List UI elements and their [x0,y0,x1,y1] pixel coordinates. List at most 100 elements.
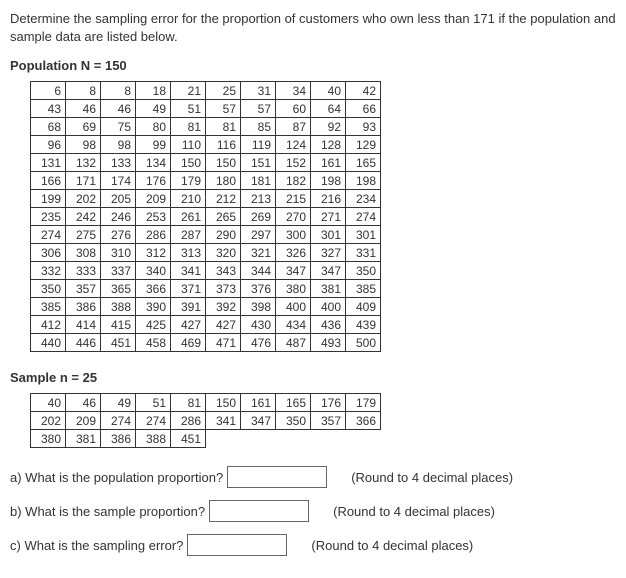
table-cell: 430 [241,316,276,334]
table-cell: 87 [276,118,311,136]
table-cell: 235 [31,208,66,226]
table-cell: 340 [136,262,171,280]
table-cell: 212 [206,190,241,208]
table-cell: 152 [276,154,311,172]
question-b-input[interactable] [209,500,309,522]
table-cell: 176 [136,172,171,190]
table-cell: 171 [66,172,101,190]
table-cell: 8 [101,82,136,100]
table-cell: 42 [346,82,381,100]
table-cell: 350 [346,262,381,280]
table-cell: 205 [101,190,136,208]
table-cell: 129 [346,136,381,154]
table-cell: 414 [66,316,101,334]
table-cell: 344 [241,262,276,280]
table-cell: 60 [276,100,311,118]
table-cell: 34 [276,82,311,100]
table-cell: 371 [171,280,206,298]
table-cell [206,430,241,448]
table-cell: 274 [136,412,171,430]
table-cell: 161 [241,394,276,412]
table-cell: 81 [171,394,206,412]
table-cell: 202 [66,190,101,208]
table-cell: 274 [346,208,381,226]
question-a-input[interactable] [227,466,327,488]
table-cell: 400 [276,298,311,316]
table-cell: 261 [171,208,206,226]
table-cell: 308 [66,244,101,262]
table-cell: 49 [101,394,136,412]
table-cell: 46 [101,100,136,118]
table-cell: 119 [241,136,276,154]
table-cell: 216 [311,190,346,208]
question-c-hint: (Round to 4 decimal places) [311,538,473,553]
table-cell: 215 [276,190,311,208]
table-cell: 390 [136,298,171,316]
table-cell: 297 [241,226,276,244]
table-cell: 343 [206,262,241,280]
table-cell: 385 [346,280,381,298]
table-cell: 333 [66,262,101,280]
table-cell: 476 [241,334,276,352]
table-cell: 300 [276,226,311,244]
table-cell: 320 [206,244,241,262]
table-cell: 451 [101,334,136,352]
table-cell: 270 [276,208,311,226]
table-cell: 427 [206,316,241,334]
question-c-input[interactable] [187,534,287,556]
table-cell: 161 [311,154,346,172]
table-cell: 321 [241,244,276,262]
table-cell: 365 [101,280,136,298]
table-cell: 234 [346,190,381,208]
table-cell: 98 [66,136,101,154]
table-cell: 451 [171,430,206,448]
table-cell: 110 [171,136,206,154]
table-cell: 209 [136,190,171,208]
table-cell: 253 [136,208,171,226]
table-cell: 487 [276,334,311,352]
table-cell: 337 [101,262,136,280]
table-cell: 96 [31,136,66,154]
table-cell: 40 [31,394,66,412]
table-cell: 276 [101,226,136,244]
table-cell: 269 [241,208,276,226]
table-cell: 341 [171,262,206,280]
question-b-text: b) What is the sample proportion? [10,504,205,519]
table-cell: 81 [171,118,206,136]
table-cell: 165 [346,154,381,172]
table-cell: 49 [136,100,171,118]
table-cell: 376 [241,280,276,298]
table-cell: 51 [171,100,206,118]
table-cell: 25 [206,82,241,100]
table-cell: 386 [101,430,136,448]
table-cell: 312 [136,244,171,262]
table-cell: 274 [31,226,66,244]
table-cell: 165 [276,394,311,412]
table-cell: 446 [66,334,101,352]
table-cell: 341 [206,412,241,430]
table-cell: 181 [241,172,276,190]
table-cell: 287 [171,226,206,244]
table-cell: 350 [276,412,311,430]
table-cell: 380 [31,430,66,448]
table-cell: 150 [171,154,206,172]
table-cell: 306 [31,244,66,262]
table-cell: 392 [206,298,241,316]
table-cell: 68 [31,118,66,136]
table-cell: 425 [136,316,171,334]
table-cell: 493 [311,334,346,352]
table-cell: 439 [346,316,381,334]
sample-table: 4046495181150161165176179202209274274286… [30,393,381,448]
table-cell: 458 [136,334,171,352]
table-cell: 198 [346,172,381,190]
table-cell: 21 [171,82,206,100]
table-cell: 150 [206,154,241,172]
table-cell: 381 [311,280,346,298]
question-b-row: b) What is the sample proportion? (Round… [10,500,616,522]
table-cell: 131 [31,154,66,172]
question-a-row: a) What is the population proportion? (R… [10,466,616,488]
table-cell: 18 [136,82,171,100]
table-cell: 150 [206,394,241,412]
question-a-text: a) What is the population proportion? [10,470,223,485]
table-cell: 332 [31,262,66,280]
